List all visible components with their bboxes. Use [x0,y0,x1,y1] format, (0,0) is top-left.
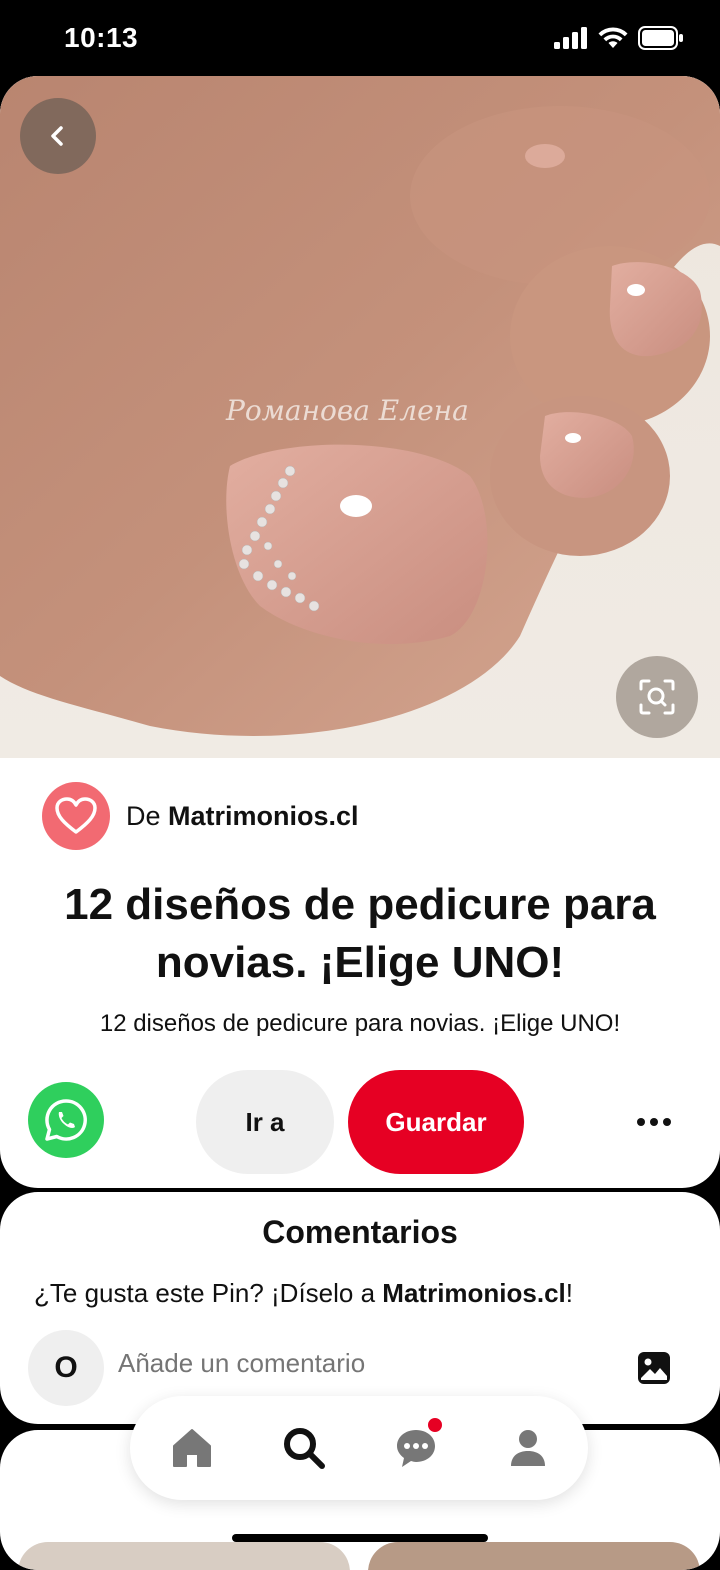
notification-dot [426,1416,444,1434]
status-bar: 10:13 [0,0,720,78]
back-button[interactable] [20,98,96,174]
back-icon [51,126,63,146]
wifi-icon [598,27,628,48]
pin-title: 12 diseños de pedicure para novias. ¡Eli… [64,880,656,987]
action-bar: Ir a Guardar [0,1070,720,1174]
visit-button[interactable]: Ir a [196,1070,334,1174]
tab-profile[interactable] [500,1420,556,1476]
comment-input[interactable] [118,1348,598,1379]
tab-home[interactable] [164,1420,220,1476]
pin-source[interactable]: De Matrimonios.cl [42,782,359,850]
source-prefix: De [126,800,161,831]
search-icon [284,1428,325,1469]
source-name[interactable]: Matrimonios.cl [168,801,359,831]
photo-icon[interactable] [636,1350,672,1386]
related-pin-thumbnail[interactable] [18,1542,350,1570]
user-avatar[interactable]: O [28,1330,104,1406]
pin-card: Романова Елена De Matrimonios.cl 12 dise… [0,76,720,1188]
home-icon [173,1429,211,1467]
comments-prompt-prefix: ¿Te gusta este Pin? ¡Díselo a [34,1278,383,1308]
related-pin-thumbnail[interactable] [368,1542,700,1570]
heart-icon [55,797,97,834]
home-indicator [232,1534,488,1542]
comments-prompt-name: Matrimonios.cl [382,1278,566,1308]
save-button[interactable]: Guardar [348,1070,524,1174]
pin-description: 12 diseños de pedicure para novias. ¡Eli… [99,1010,621,1037]
comments-prompt-suffix: ! [565,1278,574,1308]
status-time: 10:13 [64,22,139,53]
tab-search[interactable] [276,1420,332,1476]
whatsapp-share-button[interactable] [28,1082,104,1158]
more-options-button[interactable] [624,1102,684,1142]
whatsapp-icon [45,1099,87,1141]
image-watermark: Романова Елена [226,394,469,427]
visual-search-icon [639,679,675,715]
comments-section: Comentarios ¿Te gusta este Pin? ¡Díselo … [0,1192,720,1424]
comments-prompt: ¿Te gusta este Pin? ¡Díselo a Matrimonio… [34,1278,573,1309]
battery-icon [638,26,683,50]
comment-composer: O [28,1330,692,1406]
tab-messages[interactable] [388,1416,444,1476]
bottom-tab-bar [130,1396,588,1500]
signal-icon [554,27,587,49]
source-avatar[interactable] [42,782,110,850]
source-label[interactable]: De Matrimonios.cl [126,801,359,832]
more-icon [637,1118,645,1126]
visual-search-button[interactable] [616,656,698,738]
comments-title: Comentarios [262,1214,458,1250]
status-icons [554,26,684,50]
pin-image[interactable]: Романова Елена [0,76,720,758]
profile-icon [511,1430,545,1466]
